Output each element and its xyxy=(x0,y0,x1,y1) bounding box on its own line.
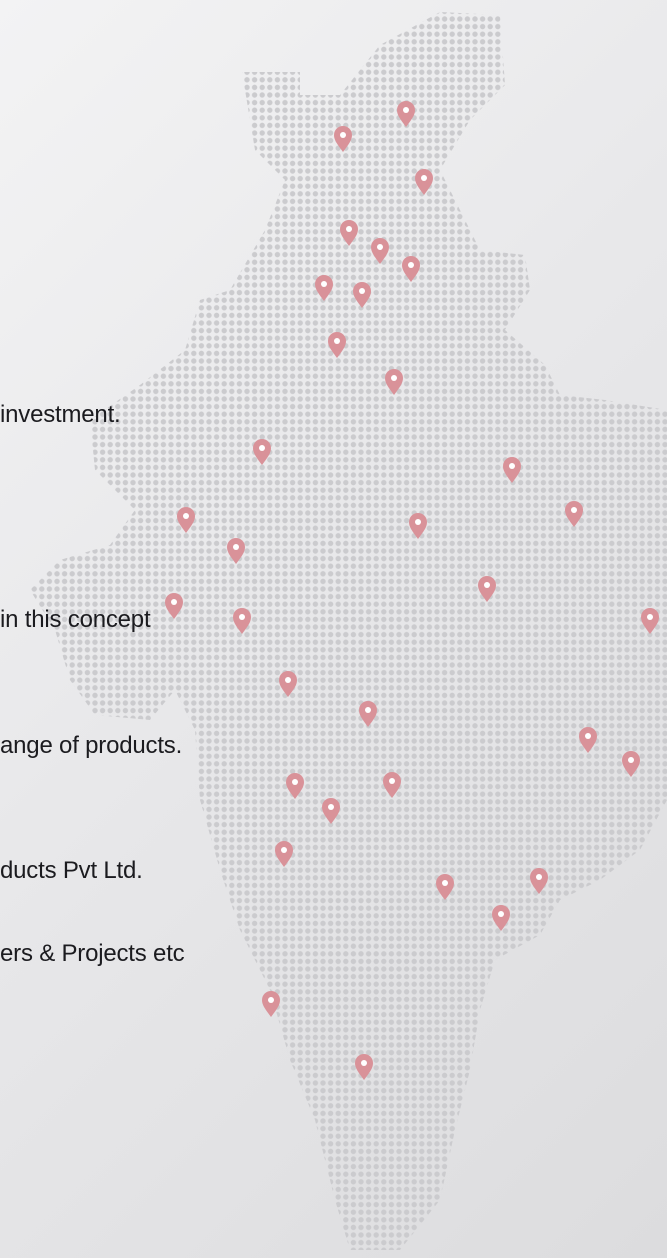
body-text-line-3: ange of products. xyxy=(0,732,183,759)
body-text-line-1: investment. xyxy=(0,401,121,428)
body-text-line-5: ers & Projects etc xyxy=(0,940,185,967)
body-text-line-2: in this concept xyxy=(0,606,151,633)
body-text-line-4: ducts Pvt Ltd. xyxy=(0,857,143,884)
